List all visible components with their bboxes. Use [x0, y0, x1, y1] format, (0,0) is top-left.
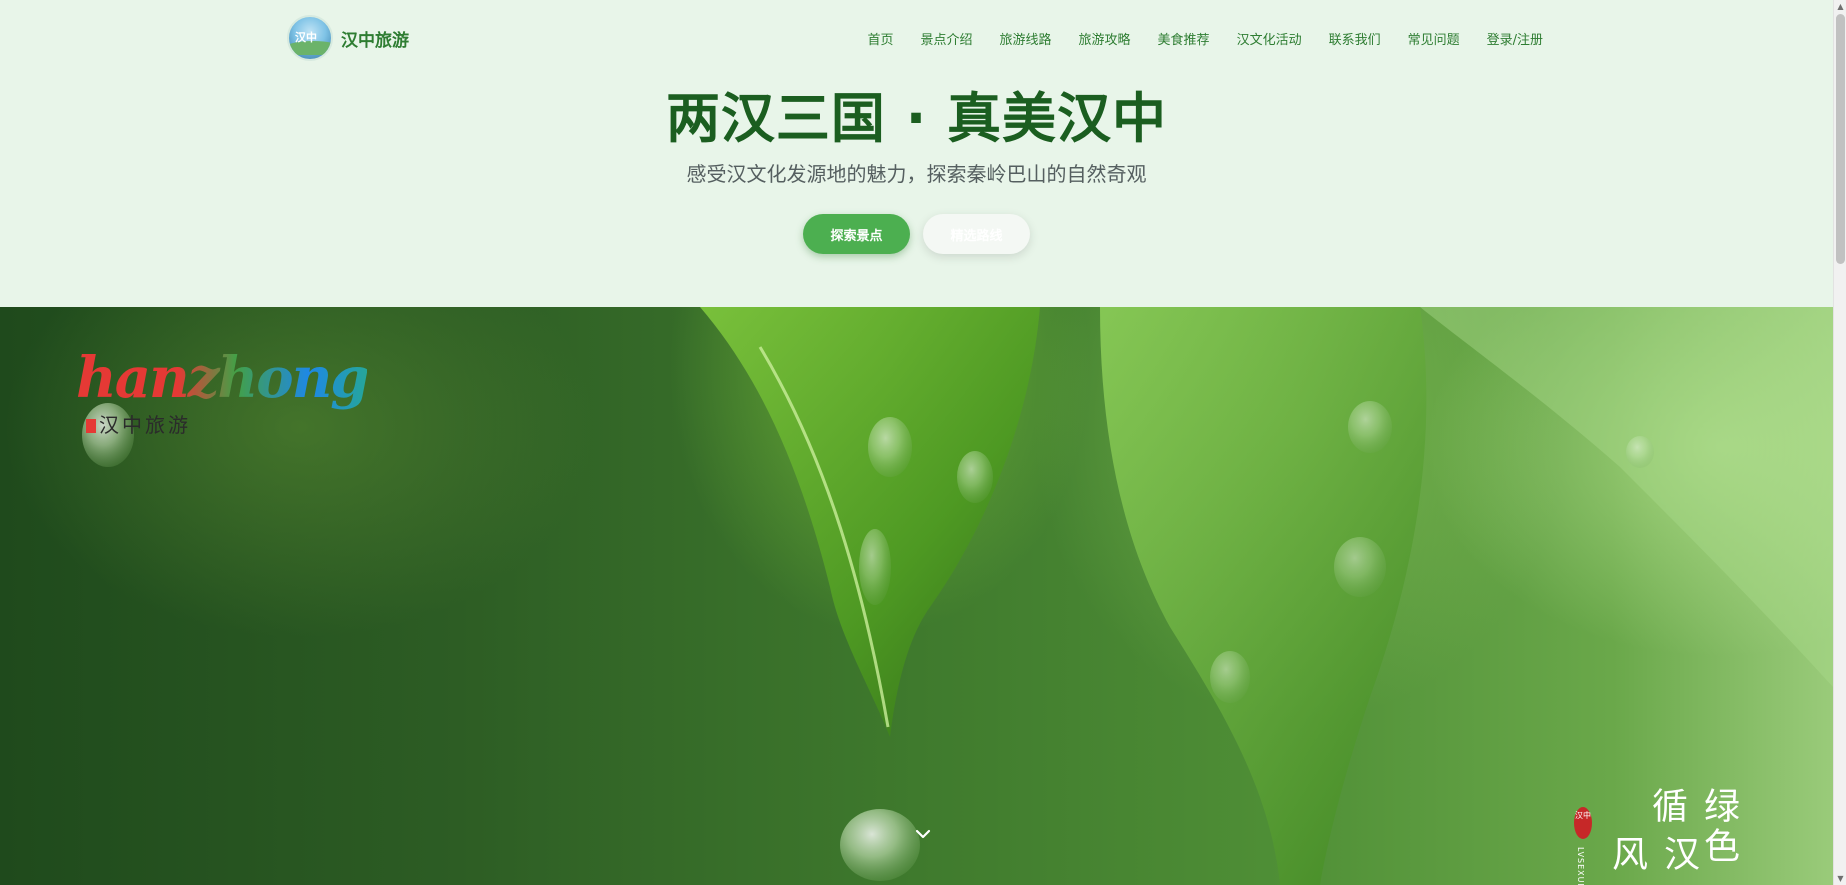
leaf-center — [700, 307, 1040, 737]
explore-attractions-button[interactable]: 探索景点 — [803, 214, 910, 254]
brand[interactable]: 汉中 汉中旅游 — [287, 15, 409, 61]
droplet-leaf-1 — [868, 417, 912, 477]
droplet-leaf-3 — [859, 529, 891, 605]
droplet-leaf-2 — [957, 451, 993, 503]
hanzhong-tourism-logo: hanzhong 汉中旅游 — [76, 325, 369, 445]
nav-link-contact[interactable]: 联系我们 — [1329, 29, 1381, 48]
nav-link-guides[interactable]: 旅游攻略 — [1079, 29, 1131, 48]
hero-header: 汉中 汉中旅游 首页 景点介绍 旅游线路 旅游攻略 美食推荐 汉文化活动 联系我… — [0, 0, 1833, 307]
droplet-leaf-6 — [1210, 651, 1250, 703]
slogan-pinyin: LVSEXUN — [1576, 847, 1585, 885]
brand-name[interactable]: 汉中旅游 — [341, 26, 409, 51]
nav-link-food[interactable]: 美食推荐 — [1158, 29, 1210, 48]
droplet-leaf-4 — [1348, 401, 1392, 453]
slogan-seal: 汉中 — [1574, 807, 1592, 839]
droplet-bottom — [840, 809, 920, 881]
brand-logo-text: 汉中 — [295, 31, 317, 44]
chevron-down-glyph — [915, 829, 931, 839]
leaf-right — [1100, 307, 1427, 885]
droplet-leaf-7 — [1626, 436, 1654, 468]
green-slogan: 汉中 LVSEXUN 汉风 绿色循 — [1562, 777, 1739, 885]
nav-link-routes[interactable]: 旅游线路 — [1000, 29, 1052, 48]
page-scrollbar[interactable]: ▲ ▼ — [1833, 0, 1846, 885]
navbar: 汉中 汉中旅游 首页 景点介绍 旅游线路 旅游攻略 美食推荐 汉文化活动 联系我… — [287, 10, 1543, 66]
nav-link-home[interactable]: 首页 — [867, 29, 893, 48]
leaf-far-right — [1420, 307, 1833, 687]
logo-cn-text: 汉中旅游 — [86, 409, 191, 438]
nav-link-faq[interactable]: 常见问题 — [1408, 29, 1460, 48]
logo-script-text: hanzhong — [76, 345, 369, 411]
featured-routes-button[interactable]: 精选路线 — [923, 214, 1030, 254]
slogan-column-1: 绿色循 — [1646, 787, 1739, 867]
scroll-down-arrow-icon[interactable]: ▼ — [1836, 874, 1845, 883]
scroll-up-arrow-icon[interactable]: ▲ — [1836, 2, 1845, 11]
nav-link-attractions[interactable]: 景点介绍 — [921, 29, 973, 48]
hero-buttons: 探索景点 精选路线 — [0, 214, 1833, 254]
nav-link-login[interactable]: 登录/注册 — [1487, 29, 1543, 48]
droplet-leaf-5 — [1334, 537, 1386, 597]
brand-logo-icon[interactable]: 汉中 — [287, 15, 333, 61]
hero-banner-image: hanzhong 汉中旅游 汉中 LVSEXUN 汉风 绿色循 — [0, 307, 1833, 885]
scroll-thumb[interactable] — [1836, 14, 1845, 264]
nav-link-han-culture[interactable]: 汉文化活动 — [1237, 29, 1302, 48]
chevron-down-icon[interactable] — [912, 823, 934, 845]
hero-subtitle: 感受汉文化发源地的魅力，探索秦岭巴山的自然奇观 — [686, 162, 1147, 186]
nav-links: 首页 景点介绍 旅游线路 旅游攻略 美食推荐 汉文化活动 联系我们 常见问题 登… — [867, 29, 1543, 48]
hero-title: 两汉三国 · 真美汉中 — [665, 87, 1168, 150]
